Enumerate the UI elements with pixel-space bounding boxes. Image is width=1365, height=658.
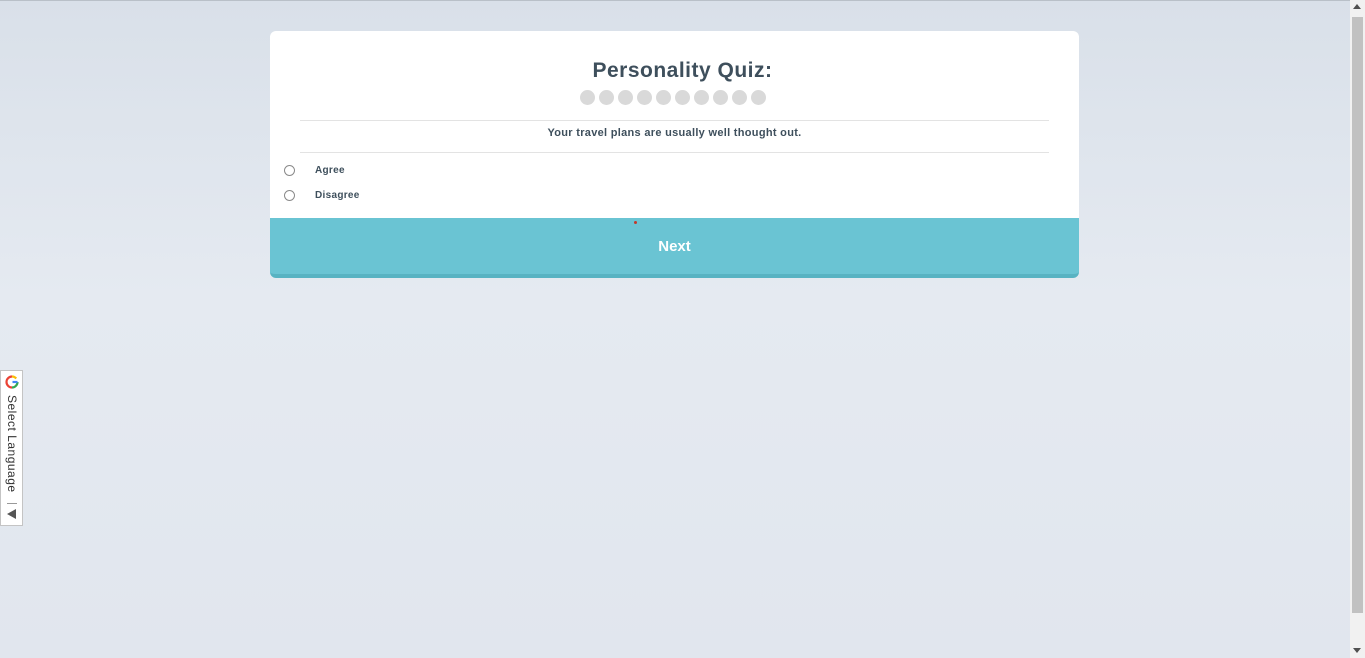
divider [300,120,1049,121]
scroll-down-icon[interactable] [1353,648,1361,653]
window-top-border [0,0,1350,1]
separator [7,503,17,504]
progress-indicator [580,90,766,105]
option-label: Disagree [315,190,360,201]
quiz-title: Personality Quiz: [592,59,773,82]
next-button[interactable]: Next [270,218,1079,278]
progress-dot [713,90,728,105]
progress-dot [656,90,671,105]
option-disagree[interactable]: Disagree [284,190,360,201]
progress-dot [751,90,766,105]
google-g-icon [5,375,19,389]
dropdown-arrow-icon[interactable] [7,509,16,519]
progress-dot [675,90,690,105]
divider [300,152,1049,153]
agree-radio[interactable] [284,165,295,176]
cursor-marker [634,221,637,224]
progress-dot [694,90,709,105]
scrollbar-thumb[interactable] [1352,17,1363,613]
select-language-widget[interactable]: Select Language [0,370,23,526]
select-language-label: Select Language [5,395,19,493]
scroll-up-icon[interactable] [1353,4,1361,9]
question-text: Your travel plans are usually well thoug… [547,127,802,139]
progress-dot [637,90,652,105]
progress-dot [580,90,595,105]
progress-dot [732,90,747,105]
progress-dot [618,90,633,105]
vertical-scrollbar[interactable] [1350,0,1365,658]
disagree-radio[interactable] [284,190,295,201]
option-label: Agree [315,165,345,176]
progress-dot [599,90,614,105]
option-agree[interactable]: Agree [284,165,345,176]
